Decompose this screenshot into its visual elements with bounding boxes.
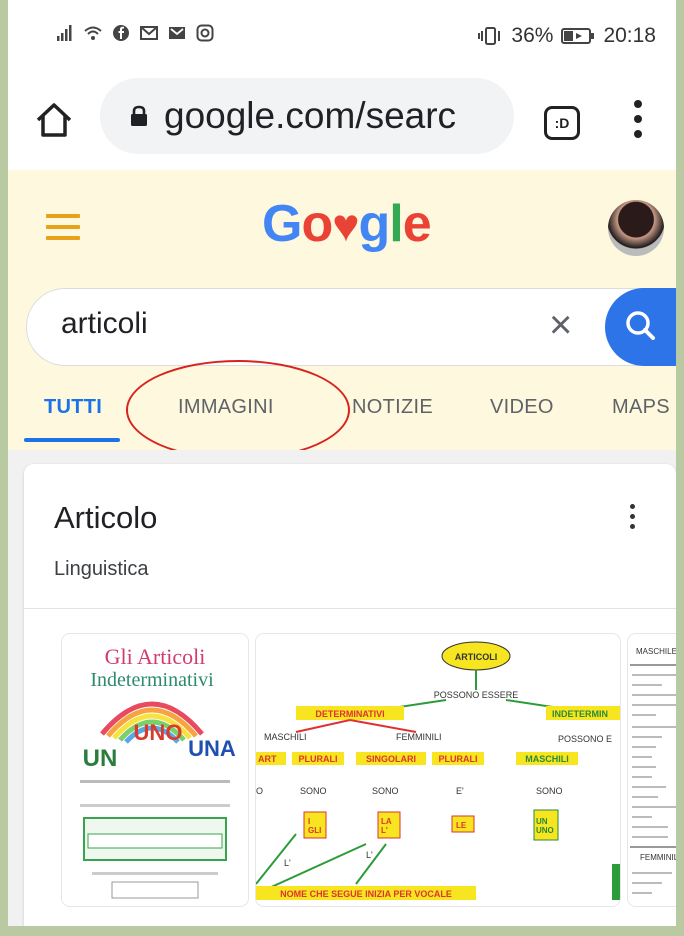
active-tab-indicator [24,438,120,442]
map-possono: POSSONO ESSERE [434,690,519,700]
map-art: ART [258,754,277,764]
map-sono3: SONO [536,786,563,796]
map-e: E' [456,786,464,796]
screen-border [0,926,684,936]
browser-toolbar: google.com/searc :D [8,70,676,170]
search-icon [626,311,655,340]
logo-letter: g [358,195,391,253]
google-doodle-logo[interactable]: Go♥gle [262,194,432,254]
map-l1: L' [284,858,291,868]
map-maschili: MASCHILI [264,732,307,742]
map-sono2: SONO [372,786,399,796]
status-icons-left [56,24,214,42]
map-o: O [256,786,263,796]
thumb-title: Gli Articoli [105,644,206,669]
map-sono1: SONO [300,786,327,796]
map-plurali1: PLURALI [299,754,338,764]
clock: 20:18 [603,24,656,47]
battery-percent: 36% [511,24,554,47]
phone-screen: 36% 20:18 google.com/searc :D Go♥gle art… [8,0,676,936]
thumb-word-uno: UNO [134,720,183,745]
tab-video[interactable]: VIDEO [490,396,554,419]
thumb-word-una: UNA [188,736,236,761]
map-possono2: POSSONO E [558,734,612,744]
battery-charging-icon [561,28,595,44]
gmail-icon [169,27,185,39]
lock-icon [131,105,147,126]
vibrate-icon [478,27,501,45]
annotation-circle [126,360,350,460]
status-bar: 36% 20:18 [8,0,676,68]
map-root: ARTICOLI [455,652,498,662]
card-title[interactable]: Articolo [54,500,157,536]
card-subtitle: Linguistica [54,558,149,580]
map-l2: L' [366,850,373,860]
status-icons-right: 36% 20:18 [477,24,656,48]
map-femminili: FEMMINILI [396,732,442,742]
card-more-icon[interactable] [628,504,636,534]
address-bar[interactable]: google.com/searc [100,78,514,154]
thumb-word-un: UN [83,745,118,772]
image-thumbnail[interactable]: MASCHILE - [628,634,676,906]
tab-switcher-button[interactable]: :D [544,106,580,140]
logo-letter: G [262,195,302,253]
map-indet: INDETERMIN [552,709,608,719]
search-box[interactable]: articoli × [26,288,676,366]
map-plurali2: PLURALI [439,754,478,764]
google-header: Go♥gle articoli × TUTTI IMMAGINI NOTIZIE… [8,170,676,460]
account-avatar[interactable] [608,200,664,256]
articoli-concept-map-image: ARTICOLI POSSONO ESSERE DETERMINATIVI IN… [256,634,620,906]
image-carousel: Gli Articoli Indeterminativi UNO UN UNA [54,634,676,906]
facebook-icon [113,25,129,41]
gmail-icon [140,26,158,40]
hamburger-menu-icon[interactable] [46,214,80,240]
maschile-femminile-image: MASCHILE - [628,634,676,906]
image-thumbnail[interactable]: ARTICOLI POSSONO ESSERE DETERMINATIVI IN… [256,634,620,906]
map-maschili2: MASCHILI [525,754,569,764]
image-thumbnail[interactable]: Gli Articoli Indeterminativi UNO UN UNA [62,634,248,906]
thumb-subtitle: Indeterminativi [90,669,214,691]
knowledge-panel-card: Articolo Linguistica Gli Articoli Indete… [24,464,676,936]
t3-header: MASCHILE - [636,647,676,656]
wifi-icon [84,26,102,40]
browser-menu-icon[interactable] [632,100,644,146]
search-button[interactable] [605,288,676,366]
clear-search-icon[interactable]: × [549,303,572,348]
signal-icon [57,25,72,41]
map-det: DETERMINATIVI [315,709,384,719]
map-footer: NOME CHE SEGUE INIZIA PER VOCALE [280,889,452,899]
results-area: Articolo Linguistica Gli Articoli Indete… [8,450,676,936]
map-box-le: LE [456,821,467,830]
logo-letter: o [301,195,333,253]
articoli-indeterminativi-image: Gli Articoli Indeterminativi UNO UN UNA [62,634,248,906]
tab-tutti[interactable]: TUTTI [44,396,102,419]
tab-notizie[interactable]: NOTIZIE [352,396,433,419]
instagram-icon [196,24,214,42]
logo-letter: e [402,195,432,253]
map-singolari: SINGOLARI [366,754,416,764]
logo-letter: l [389,195,403,253]
search-query[interactable]: articoli [61,307,148,341]
tab-maps[interactable]: MAPS [612,396,670,419]
home-icon[interactable] [34,102,74,138]
heart-icon: ♥ [332,199,359,251]
url-text: google.com/searc [164,95,457,136]
divider [24,608,676,609]
t3-footer: FEMMINILE - [640,853,676,862]
